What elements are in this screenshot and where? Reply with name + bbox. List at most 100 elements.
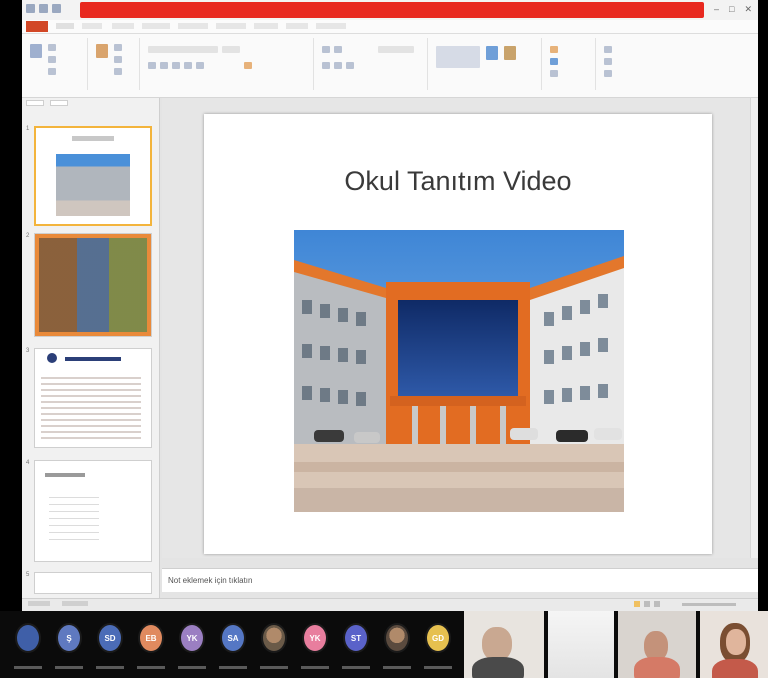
shapes-icon[interactable] — [436, 46, 480, 68]
participant-tile[interactable] — [8, 619, 48, 675]
save-icon[interactable] — [26, 4, 35, 13]
font-color-icon[interactable] — [244, 62, 252, 69]
align-right-icon[interactable] — [346, 62, 354, 69]
numbering-icon[interactable] — [334, 46, 342, 53]
tab-animations[interactable] — [178, 23, 208, 29]
participant-name-bar — [383, 666, 411, 669]
shadow-icon[interactable] — [184, 62, 192, 69]
slide-thumb-4[interactable] — [34, 460, 152, 562]
format-painter-icon[interactable] — [48, 68, 56, 75]
notes-placeholder[interactable]: Not eklemek için tıklatın — [168, 576, 252, 585]
reset-icon[interactable] — [114, 56, 122, 63]
maximize-icon[interactable]: □ — [729, 4, 734, 15]
tab-transitions[interactable] — [142, 23, 170, 29]
arrange-icon[interactable] — [486, 46, 498, 60]
participant-tile[interactable]: SA — [213, 619, 253, 675]
slide-thumb-2[interactable] — [34, 233, 152, 337]
participant-name-bar — [301, 666, 329, 669]
participant-tile[interactable]: Ş — [49, 619, 89, 675]
copy-icon[interactable] — [48, 56, 56, 63]
thumb-logo — [47, 353, 57, 363]
shape-outline-icon[interactable] — [550, 58, 558, 65]
school-building-image — [294, 230, 624, 512]
font-size-box[interactable] — [222, 46, 240, 53]
layout-icon[interactable] — [114, 44, 122, 51]
slide-title[interactable]: Okul Tanıtım Video — [204, 166, 712, 197]
cut-icon[interactable] — [48, 44, 56, 51]
school-photo[interactable] — [294, 230, 624, 512]
paste-icon[interactable] — [30, 44, 42, 58]
tab-insert[interactable] — [82, 23, 102, 29]
shape-effects-icon[interactable] — [550, 70, 558, 77]
avatar: YK — [179, 623, 205, 653]
thumb-title-bar — [72, 136, 114, 141]
participant-tile[interactable]: YK — [172, 619, 212, 675]
participant-name-bar — [14, 666, 42, 669]
view-reading-icon[interactable] — [654, 601, 660, 607]
replace-icon[interactable] — [604, 58, 612, 65]
thumb-heading — [45, 473, 85, 477]
tab-file[interactable] — [26, 21, 48, 32]
thumb-collage — [39, 238, 147, 332]
underline-icon[interactable] — [172, 62, 180, 69]
tab-slides[interactable] — [26, 100, 44, 106]
slide-thumb-3[interactable] — [34, 348, 152, 448]
participant-video-1[interactable] — [464, 611, 544, 678]
redo-icon[interactable] — [52, 4, 61, 13]
bullets-icon[interactable] — [322, 46, 330, 53]
align-center-icon[interactable] — [334, 62, 342, 69]
tab-view[interactable] — [286, 23, 308, 29]
shape-format-group — [546, 38, 596, 90]
participant-tile[interactable]: SD — [90, 619, 130, 675]
person-silhouette — [726, 629, 746, 655]
participant-tile[interactable]: EB — [131, 619, 171, 675]
participant-tile[interactable] — [254, 619, 294, 675]
participant-name-bar — [260, 666, 288, 669]
participant-video-3[interactable] — [618, 611, 696, 678]
quick-access-toolbar — [26, 4, 61, 13]
participant-video-4[interactable] — [700, 611, 768, 678]
participant-tile[interactable] — [377, 619, 417, 675]
tab-slideshow[interactable] — [216, 23, 246, 29]
zoom-slider[interactable] — [682, 603, 736, 606]
tab-outline[interactable] — [50, 100, 68, 106]
notes-pane[interactable]: Not eklemek için tıklatın — [162, 568, 758, 592]
tab-review[interactable] — [254, 23, 278, 29]
slide-thumb-5[interactable] — [34, 572, 152, 594]
strikethrough-icon[interactable] — [196, 62, 204, 69]
participant-name-bar — [55, 666, 83, 669]
slide-thumb-1[interactable] — [34, 126, 152, 226]
section-icon[interactable] — [114, 68, 122, 75]
bold-icon[interactable] — [148, 62, 156, 69]
tab-format[interactable] — [316, 23, 346, 29]
participant-video-2[interactable] — [548, 611, 614, 678]
quick-styles-icon[interactable] — [504, 46, 516, 60]
slide-number-2: 2 — [26, 233, 30, 239]
thumb-text — [49, 491, 99, 541]
participant-tile[interactable]: GD — [418, 619, 458, 675]
view-sorter-icon[interactable] — [644, 601, 650, 607]
vertical-scrollbar[interactable] — [750, 98, 758, 558]
minimize-icon[interactable]: – — [714, 4, 719, 15]
tab-design[interactable] — [112, 23, 134, 29]
find-icon[interactable] — [604, 46, 612, 53]
current-slide[interactable]: Okul Tanıtım Video — [204, 114, 712, 554]
shape-fill-icon[interactable] — [550, 46, 558, 53]
thumb-text — [41, 373, 141, 439]
font-name-box[interactable] — [148, 46, 218, 53]
participant-tile[interactable]: YK — [295, 619, 335, 675]
screen: – □ ✕ 1 2 3 4 5 Okul Tanıtım Video Not e… — [0, 0, 768, 678]
tab-home[interactable] — [56, 23, 74, 29]
italic-icon[interactable] — [160, 62, 168, 69]
view-normal-icon[interactable] — [634, 601, 640, 607]
new-slide-icon[interactable] — [96, 44, 108, 58]
avatar: YK — [302, 623, 328, 653]
avatar: SA — [220, 623, 246, 653]
undo-icon[interactable] — [39, 4, 48, 13]
participant-tile[interactable]: ST — [336, 619, 376, 675]
select-icon[interactable] — [604, 70, 612, 77]
align-left-icon[interactable] — [322, 62, 330, 69]
text-direction-icon[interactable] — [378, 46, 414, 53]
thumbnail-tabs — [26, 100, 68, 106]
close-icon[interactable]: ✕ — [744, 4, 752, 15]
